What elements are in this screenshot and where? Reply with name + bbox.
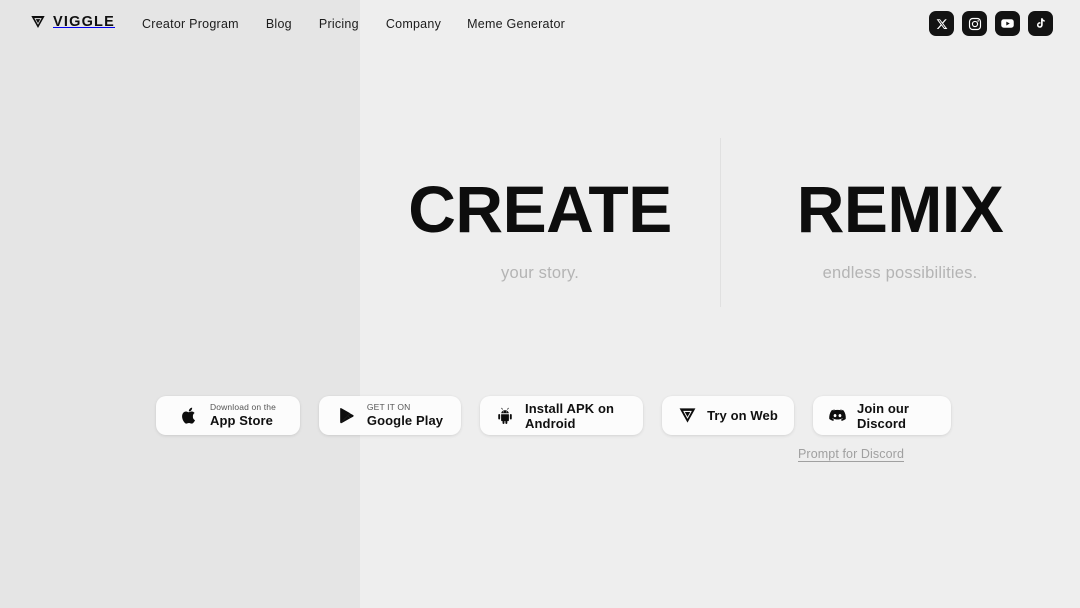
- app-store-labels: Download on the App Store: [210, 403, 276, 428]
- install-apk-label: Install APK on Android: [525, 400, 615, 431]
- viggle-triangle-icon: [678, 406, 697, 425]
- app-store-small-label: Download on the: [209, 402, 277, 413]
- app-store-button[interactable]: Download on the App Store: [156, 396, 300, 435]
- social-link-tiktok[interactable]: [1028, 11, 1053, 36]
- nav-item-company[interactable]: Company: [386, 17, 467, 31]
- cta-button-row: Download on the App Store GET IT ON Goog…: [156, 396, 951, 435]
- android-icon: [496, 407, 514, 425]
- logo-text: VIGGLE: [53, 14, 115, 30]
- nav-item-creator-program[interactable]: Creator Program: [142, 17, 266, 31]
- google-play-labels: GET IT ON Google Play: [367, 403, 443, 428]
- nav-item-pricing[interactable]: Pricing: [319, 17, 386, 31]
- page-root: VIGGLE Creator Program Blog Pricing Comp…: [0, 0, 1080, 608]
- hero-column-remix: REMIX endless possibilities.: [720, 138, 1080, 313]
- hero-column-create: CREATE your story.: [360, 138, 720, 313]
- google-play-big-label: Google Play: [366, 413, 444, 429]
- youtube-icon: [1000, 16, 1015, 31]
- hero-title-create: CREATE: [408, 172, 672, 246]
- site-header: VIGGLE Creator Program Blog Pricing Comp…: [0, 0, 1080, 47]
- social-links: [929, 11, 1053, 36]
- discord-icon: [828, 406, 847, 425]
- apple-icon: [180, 406, 199, 425]
- google-play-button[interactable]: GET IT ON Google Play: [319, 396, 461, 435]
- app-store-big-label: App Store: [209, 413, 273, 429]
- background-panel-left: [0, 0, 360, 608]
- join-discord-button[interactable]: Join our Discord: [813, 396, 951, 435]
- hero-subtitle-create: your story.: [501, 264, 579, 282]
- install-apk-button[interactable]: Install APK on Android: [480, 396, 643, 435]
- viggle-triangle-icon: [30, 14, 46, 30]
- x-twitter-icon: [936, 18, 948, 30]
- nav-item-blog[interactable]: Blog: [266, 17, 319, 31]
- social-link-instagram[interactable]: [962, 11, 987, 36]
- nav-item-meme-generator[interactable]: Meme Generator: [467, 17, 585, 31]
- google-play-small-label: GET IT ON: [366, 402, 411, 413]
- hero-subtitle-remix: endless possibilities.: [822, 264, 978, 282]
- hero-vertical-divider: [720, 138, 721, 307]
- social-link-x[interactable]: [929, 11, 954, 36]
- try-on-web-label: Try on Web: [707, 408, 778, 423]
- prompt-for-discord-link[interactable]: Prompt for Discord: [798, 447, 904, 461]
- instagram-icon: [968, 17, 982, 31]
- social-link-youtube[interactable]: [995, 11, 1020, 36]
- google-play-icon: [337, 406, 356, 425]
- logo[interactable]: VIGGLE: [30, 14, 115, 30]
- tiktok-icon: [1034, 17, 1047, 30]
- try-on-web-button[interactable]: Try on Web: [662, 396, 794, 435]
- hero-title-remix: REMIX: [796, 172, 1004, 246]
- join-discord-label: Join our Discord: [857, 400, 910, 431]
- main-nav: Creator Program Blog Pricing Company Mem…: [142, 0, 585, 47]
